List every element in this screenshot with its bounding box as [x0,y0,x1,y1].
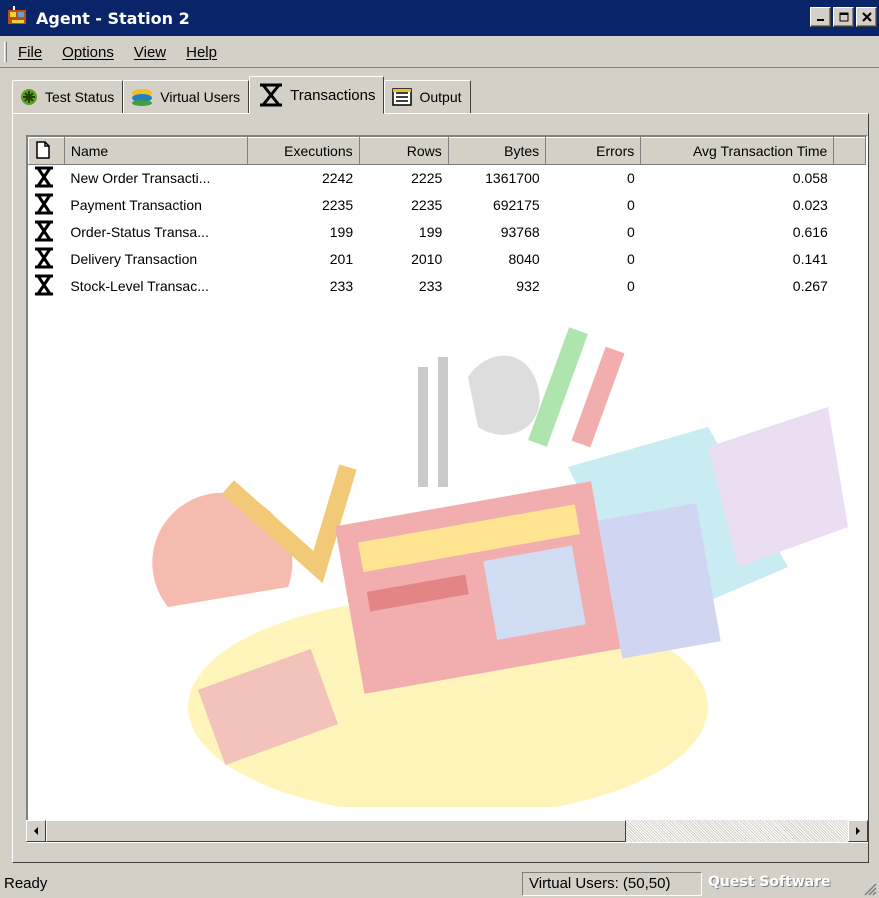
transaction-icon [260,83,283,107]
column-header-errors[interactable]: Errors [545,137,642,165]
row-name: Order-Status Transa... [70,224,209,240]
row-errors: 0 [626,251,635,267]
arrow-left-icon [34,827,38,835]
tab-virtual-users[interactable]: Virtual Users [123,80,250,114]
transaction-icon [34,220,53,241]
status-ready-text: Ready [4,875,48,892]
column-header-bytes[interactable]: Bytes [447,137,547,165]
table-row[interactable]: New Order Transacti... 2242 2225 1361700… [29,165,866,192]
row-rows: 2010 [411,251,443,267]
minimize-button[interactable] [810,7,831,27]
row-name: Stock-Level Transac... [70,278,209,294]
table-row[interactable]: Payment Transaction 2235 2235 692175 0 0… [29,192,866,219]
transaction-icon [34,247,53,268]
transaction-icon [34,166,53,188]
row-name: New Order Transacti... [70,170,211,187]
transaction-icon [34,193,53,214]
horizontal-scrollbar[interactable] [26,820,868,842]
table-row[interactable]: Order-Status Transa... 199 199 93768 0 0… [29,219,866,246]
menu-help[interactable]: Help [182,42,221,63]
column-header-name[interactable]: Name [63,137,249,165]
close-icon [861,12,872,22]
row-bytes: 692175 [492,197,540,213]
row-bytes: 8040 [508,251,540,267]
virtual-users-icon [132,89,153,106]
column-header-executions[interactable]: Executions [247,137,360,165]
row-avg-time: 0.058 [792,170,828,187]
row-errors: 0 [626,170,635,187]
row-bytes: 932 [516,278,540,294]
menu-grip[interactable] [4,42,7,62]
row-errors: 0 [626,197,635,213]
row-errors: 0 [626,278,635,294]
row-name: Delivery Transaction [70,251,198,267]
minimize-icon [816,19,824,21]
row-executions: 2242 [321,170,354,187]
tab-strip: Test Status Virtual Users Transactions O… [12,76,471,114]
row-executions: 201 [329,251,354,267]
status-bar: Ready Virtual Users: (50,50) Quest Softw… [0,870,879,898]
status-brand: Quest Software [708,874,831,890]
scroll-thumb[interactable] [46,820,626,842]
tab-test-status-label: Test Status [45,89,115,105]
test-status-icon [21,89,37,105]
row-avg-time: 0.141 [792,251,828,267]
resize-grip-icon[interactable] [863,882,877,896]
tab-output-label: Output [419,89,462,105]
row-rows: 199 [418,224,443,240]
row-name: Payment Transaction [70,197,202,213]
column-header-icon[interactable] [28,137,65,165]
maximize-icon [839,12,848,22]
table-row[interactable]: Stock-Level Transac... 233 233 932 0 0.2… [29,273,866,300]
row-executions: 2235 [321,197,354,213]
title-bar[interactable]: Agent - Station 2 [0,0,879,36]
transactions-table: Name Executions Rows Bytes Errors Avg Tr… [28,137,866,300]
table-row[interactable]: Delivery Transaction 201 2010 8040 0 0.1… [29,246,866,273]
menu-options[interactable]: Options [58,42,118,63]
output-icon [392,88,413,106]
arrow-right-icon [856,827,860,835]
window-title: Agent - Station 2 [36,8,190,28]
tab-transactions[interactable]: Transactions [249,76,385,114]
row-bytes: 93768 [500,224,540,240]
row-avg-time: 0.616 [792,224,828,240]
menu-bar: File Options View Help [0,38,879,68]
column-header-filler [833,137,866,165]
menu-view[interactable]: View [130,42,170,63]
column-header-avg-time[interactable]: Avg Transaction Time [640,137,835,165]
tab-test-status[interactable]: Test Status [12,80,124,114]
row-rows: 233 [418,278,443,294]
status-virtual-users: Virtual Users: (50,50) [522,872,702,896]
close-button[interactable] [856,7,877,27]
background-illustration [152,327,848,807]
tab-transactions-label: Transactions [290,86,376,104]
row-rows: 2235 [411,197,443,213]
row-avg-time: 0.267 [792,278,828,294]
scroll-left-button[interactable] [26,820,46,842]
column-header-rows[interactable]: Rows [358,137,449,165]
tab-output[interactable]: Output [384,80,471,114]
menu-file[interactable]: File [14,42,46,63]
agent-app-icon [8,6,26,24]
transactions-list[interactable]: Name Executions Rows Bytes Errors Avg Tr… [26,135,868,843]
row-executions: 233 [329,278,354,294]
row-bytes: 1361700 [485,170,540,187]
scroll-right-button[interactable] [848,820,868,842]
row-rows: 2225 [411,170,443,187]
row-avg-time: 0.023 [792,197,828,213]
maximize-button[interactable] [833,7,854,27]
tab-virtual-users-label: Virtual Users [160,89,241,105]
row-errors: 0 [626,224,635,240]
row-executions: 199 [329,224,354,240]
document-icon [36,140,50,159]
transaction-icon [34,274,53,295]
